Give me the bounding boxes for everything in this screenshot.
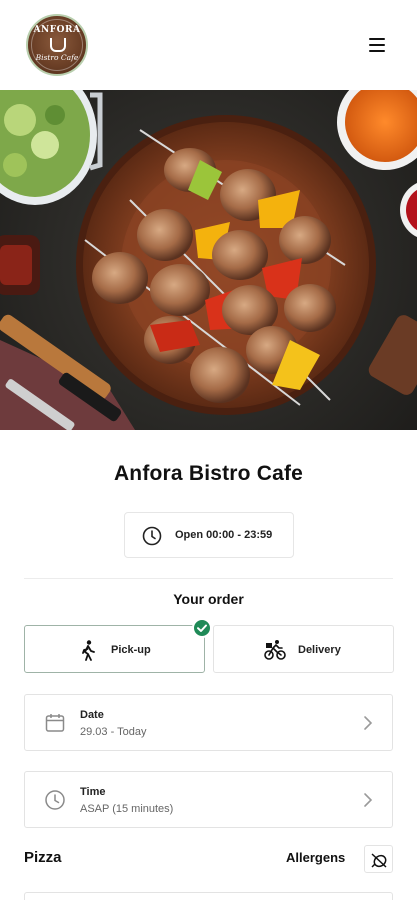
- pickup-option[interactable]: Pick-up: [24, 625, 205, 673]
- section-divider: [24, 578, 393, 579]
- no-allergen-icon: [371, 853, 387, 868]
- selected-check-icon: [192, 618, 212, 638]
- chevron-right-icon: [364, 716, 373, 730]
- opening-hours-badge: Open 00:00 - 23:59: [124, 512, 294, 558]
- app-header: ANFORA Bistro Cafe: [0, 0, 417, 90]
- date-selector[interactable]: Date 29.03 - Today: [24, 694, 393, 751]
- clock-icon: [142, 526, 162, 546]
- logo-bottom-text: Bistro Cafe: [35, 53, 79, 62]
- clock-icon: [45, 790, 65, 810]
- date-label: Date: [80, 709, 104, 721]
- hamburger-menu-icon[interactable]: [366, 36, 388, 54]
- delivery-option[interactable]: Delivery: [213, 625, 394, 673]
- date-value: 29.03 - Today: [80, 726, 147, 738]
- time-label: Time: [80, 786, 106, 798]
- menu-category-title: Pizza: [24, 849, 62, 866]
- walking-person-icon: [82, 640, 95, 661]
- brand-logo[interactable]: ANFORA Bistro Cafe: [26, 14, 88, 76]
- allergens-link[interactable]: Allergens: [286, 850, 345, 865]
- logo-cup-icon: [50, 38, 66, 52]
- hero-food-image: [0, 90, 417, 430]
- time-value: ASAP (15 minutes): [80, 803, 174, 815]
- time-selector[interactable]: Time ASAP (15 minutes): [24, 771, 393, 828]
- pickup-label: Pick-up: [111, 644, 151, 656]
- bicycle-courier-icon: [264, 640, 286, 660]
- allergens-filter-button[interactable]: [364, 845, 393, 873]
- calendar-icon: [45, 714, 65, 732]
- menu-item-card[interactable]: [24, 892, 393, 900]
- chevron-right-icon: [364, 793, 373, 807]
- opening-hours-text: Open 00:00 - 23:59: [175, 529, 273, 541]
- logo-top-text: ANFORA: [33, 25, 81, 35]
- restaurant-name: Anfora Bistro Cafe: [113, 462, 304, 485]
- delivery-label: Delivery: [298, 644, 341, 656]
- your-order-heading: Your order: [173, 591, 244, 607]
